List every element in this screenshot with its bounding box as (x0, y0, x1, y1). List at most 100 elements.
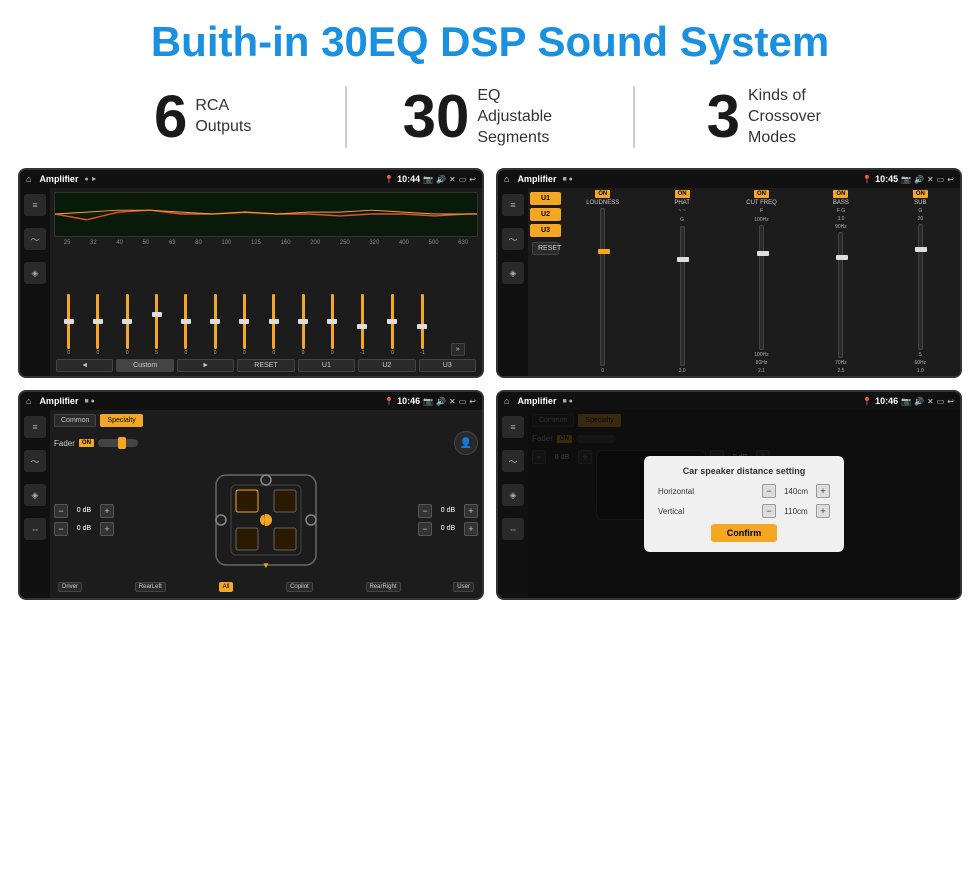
confirm-button[interactable]: Confirm (711, 524, 778, 542)
sub-label: SUB (914, 200, 926, 206)
speaker-icon[interactable]: ◈ (24, 262, 46, 284)
location-icon-3: 📍 (384, 397, 394, 406)
left-icons-3: ≡ 〜 ◈ ⇔ (20, 410, 50, 598)
eq-icon[interactable]: ≡ (24, 194, 46, 216)
slider-3[interactable]: 0 (126, 294, 129, 356)
tab-specialty[interactable]: Specialty (100, 414, 142, 427)
vol-minus-4[interactable]: − (418, 522, 432, 536)
camera-icon-2: 📷 (901, 175, 911, 184)
slider-11[interactable]: -1 (360, 294, 364, 356)
bass-on[interactable]: ON (833, 190, 848, 198)
user-icon-3[interactable]: 👤 (454, 431, 478, 455)
slider-5[interactable]: 0 (184, 294, 187, 356)
sliders-row: 0 0 0 5 0 (54, 248, 478, 356)
user-btn-3[interactable]: User (453, 582, 474, 592)
vol-plus-2[interactable]: + (100, 522, 114, 536)
tab-common[interactable]: Common (54, 414, 96, 427)
fader-icon-4[interactable]: ⇔ (502, 518, 524, 540)
wave-icon-3[interactable]: 〜 (24, 450, 46, 472)
expand-btn[interactable]: » (451, 343, 465, 356)
phat-col: ON PHAT ~~ G 3.0 (644, 190, 719, 374)
cutfreq-on[interactable]: ON (754, 190, 769, 198)
loudness-on[interactable]: ON (595, 190, 610, 198)
all-btn-3[interactable]: All (219, 582, 234, 592)
home-icon-2[interactable]: ⌂ (504, 174, 509, 184)
wave-icon[interactable]: 〜 (24, 228, 46, 250)
wave-icon-2[interactable]: 〜 (502, 228, 524, 250)
slider-13[interactable]: -1 (420, 294, 424, 356)
screen3-body: ≡ 〜 ◈ ⇔ Common Specialty Fader ON 👤 (20, 410, 482, 598)
u1-select[interactable]: U1 (530, 192, 561, 205)
slider-9[interactable]: 0 (302, 294, 305, 356)
sub-col: ON SUB G 20 5 60Hz 1.0 (883, 190, 958, 374)
status-right-2: 📍 10:45 📷 🔊 ✕ ▭ ↩ (862, 174, 954, 184)
vol-plus-1[interactable]: + (100, 504, 114, 518)
dialog-box: Car speaker distance setting Horizontal … (644, 456, 844, 552)
prev-btn[interactable]: ◄ (56, 359, 113, 372)
home-icon-3[interactable]: ⌂ (26, 396, 31, 406)
vol-minus-3[interactable]: − (418, 504, 432, 518)
vertical-minus[interactable]: − (762, 504, 776, 518)
volume-icon-2: 🔊 (914, 175, 924, 184)
vol-row-1: − 0 dB + (54, 504, 114, 518)
eq-bottom: ◄ Custom ► RESET U1 U2 U3 (54, 356, 478, 374)
slider-1[interactable]: 0 (67, 294, 70, 356)
home-icon-4[interactable]: ⌂ (504, 396, 509, 406)
slider-6[interactable]: 0 (214, 294, 217, 356)
u2-select[interactable]: U2 (530, 208, 561, 221)
reset-btn[interactable]: RESET (237, 359, 294, 372)
back-icon-2[interactable]: ↩ (947, 175, 954, 184)
vol-minus-1[interactable]: − (54, 504, 68, 518)
copilot-btn-3[interactable]: Copilot (286, 582, 313, 592)
status-right-1: 📍 10:44 📷 🔊 ✕ ▭ ↩ (384, 174, 476, 184)
back-icon-3[interactable]: ↩ (469, 397, 476, 406)
sub-val: 1.0 (917, 368, 924, 374)
speaker-icon-2[interactable]: ◈ (502, 262, 524, 284)
u2-btn[interactable]: U2 (358, 359, 415, 372)
rearright-btn-3[interactable]: RearRight (366, 582, 401, 592)
fader-on-badge[interactable]: ON (79, 439, 94, 447)
custom-btn[interactable]: Custom (116, 359, 173, 372)
crossover-reset[interactable]: RESET (532, 242, 559, 255)
u3-btn[interactable]: U3 (419, 359, 476, 372)
play-btn[interactable]: ► (177, 359, 234, 372)
eq-icon-2[interactable]: ≡ (502, 194, 524, 216)
speaker-icon-4[interactable]: ◈ (502, 484, 524, 506)
back-icon-1[interactable]: ↩ (469, 175, 476, 184)
screen-dialog: ⌂ Amplifier ■ ● 📍 10:46 📷 🔊 ✕ ▭ ↩ ≡ 〜 ◈ … (496, 390, 962, 600)
vol-minus-2[interactable]: − (54, 522, 68, 536)
slider-2[interactable]: 0 (96, 294, 99, 356)
wave-icon-4[interactable]: 〜 (502, 450, 524, 472)
eq-icon-3[interactable]: ≡ (24, 416, 46, 438)
stat-crossover: 3 Kinds of Crossover Modes (635, 86, 920, 148)
u1-btn[interactable]: U1 (298, 359, 355, 372)
phat-on[interactable]: ON (675, 190, 690, 198)
home-icon-1[interactable]: ⌂ (26, 174, 31, 184)
speaker-icon-3[interactable]: ◈ (24, 484, 46, 506)
bass-label: BASS (833, 200, 849, 206)
slider-7[interactable]: 0 (243, 294, 246, 356)
slider-10[interactable]: 0 (331, 294, 334, 356)
slider-12[interactable]: 0 (391, 294, 394, 356)
horizontal-minus[interactable]: − (762, 484, 776, 498)
sub-on[interactable]: ON (913, 190, 928, 198)
back-icon-4[interactable]: ↩ (947, 397, 954, 406)
stat-eq: 30 EQ Adjustable Segments (345, 86, 634, 148)
driver-btn-3[interactable]: Driver (58, 582, 82, 592)
u3-select[interactable]: U3 (530, 224, 561, 237)
horizontal-plus[interactable]: + (816, 484, 830, 498)
eq-icon-4[interactable]: ≡ (502, 416, 524, 438)
screen4-title: Amplifier (517, 396, 556, 406)
screen2-time: 10:45 (875, 174, 898, 184)
fader-icon-3[interactable]: ⇔ (24, 518, 46, 540)
slider-4[interactable]: 5 (155, 294, 158, 356)
rearleft-btn-3[interactable]: RearLeft (135, 582, 166, 592)
fader-slider[interactable] (98, 439, 138, 447)
slider-8[interactable]: 0 (272, 294, 275, 356)
left-icons-2: ≡ 〜 ◈ (498, 188, 528, 376)
vertical-plus[interactable]: + (816, 504, 830, 518)
car-diagram: ↑ ↓ ▼ (118, 459, 414, 580)
screen-fader: ⌂ Amplifier ■ ● 📍 10:46 📷 🔊 ✕ ▭ ↩ ≡ 〜 ◈ … (18, 390, 484, 600)
vol-plus-4[interactable]: + (464, 522, 478, 536)
vol-plus-3[interactable]: + (464, 504, 478, 518)
